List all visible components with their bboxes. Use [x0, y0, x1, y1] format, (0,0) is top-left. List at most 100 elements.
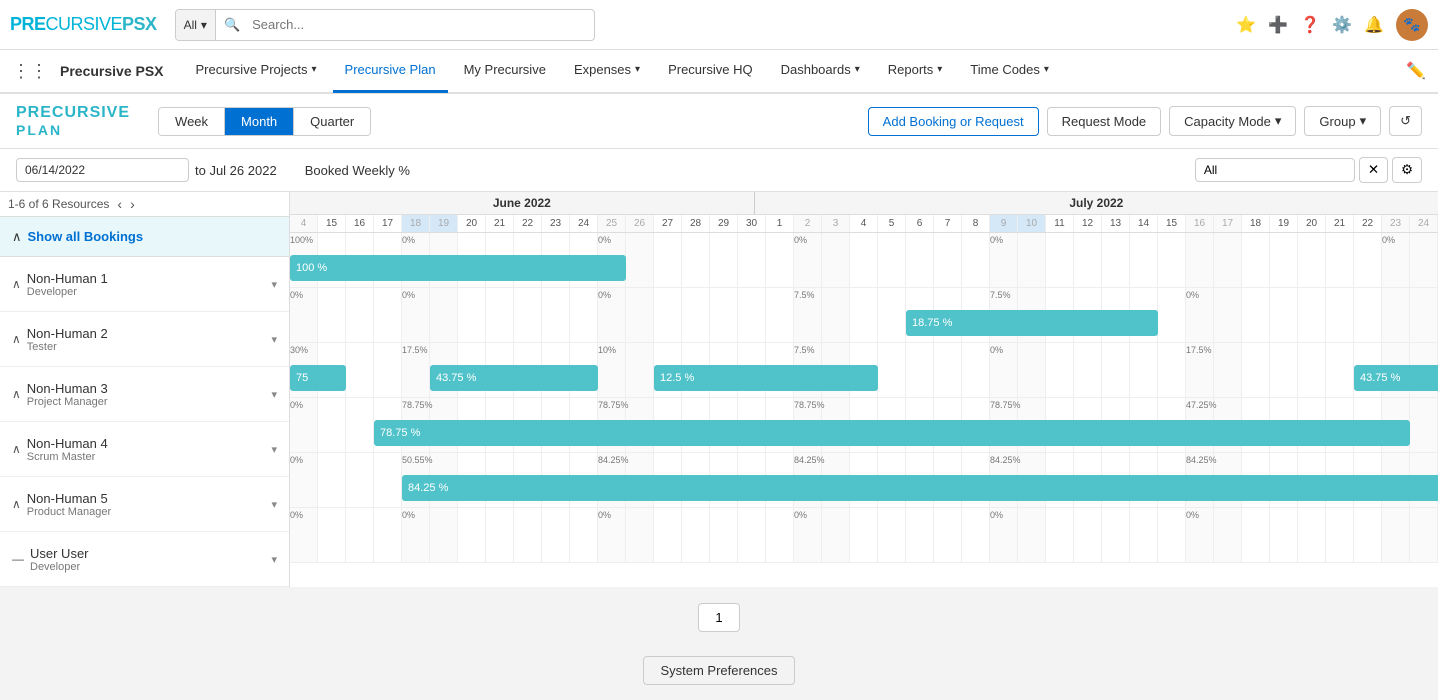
resource-row-2[interactable]: ∧ Non-Human 3 Project Manager ▾ — [0, 367, 289, 422]
resource-panel: 1-6 of 6 Resources ‹ › ∧ Show all Bookin… — [0, 192, 290, 587]
logo-text: PRECURSIVE — [10, 14, 122, 34]
resource-action-5[interactable]: ▾ — [271, 553, 277, 566]
show-all-label: Show all Bookings — [28, 229, 144, 244]
nav-item-time-codes[interactable]: Time Codes ▾ — [958, 49, 1061, 93]
date-to-label: to Jul 26 2022 — [195, 163, 277, 178]
help-icon[interactable]: ❓ — [1300, 15, 1320, 35]
notifications-icon[interactable]: 🔔 — [1364, 15, 1384, 35]
plan-logo-text: PRECURSIVE — [16, 104, 130, 122]
nav-label-my: My Precursive — [464, 62, 546, 77]
expand-icon-4: ∧ — [12, 497, 21, 511]
chevron-down-icon-reports: ▾ — [937, 64, 942, 75]
nav-item-precursive-projects[interactable]: Precursive Projects ▾ — [184, 49, 329, 93]
resource-row-4[interactable]: ∧ Non-Human 5 Product Manager ▾ — [0, 477, 289, 532]
filter-input[interactable] — [1195, 158, 1355, 182]
settings-icon[interactable]: ⚙️ — [1332, 15, 1352, 35]
booking-bar-2[interactable]: 75 — [290, 365, 346, 391]
system-prefs-button[interactable]: System Preferences — [643, 656, 794, 685]
star-rating-icon[interactable]: ⭐ — [1236, 15, 1256, 35]
app-logo: PRECURSIVEPSX — [10, 14, 157, 35]
pagination-label: 1-6 of 6 Resources — [8, 197, 109, 211]
resource-name-4: Non-Human 5 — [27, 491, 272, 506]
app-nav: ⋮⋮ Precursive PSX Precursive Projects ▾ … — [0, 50, 1438, 94]
resource-action-1[interactable]: ▾ — [271, 333, 277, 346]
resource-role-5: Developer — [30, 561, 271, 573]
main-content: PRECURSIVE PLAN Week Month Quarter Add B… — [0, 94, 1438, 648]
prev-page-button[interactable]: ‹ — [117, 196, 122, 212]
plan-logo: PRECURSIVE PLAN — [16, 104, 130, 138]
refresh-button[interactable]: ↺ — [1389, 106, 1422, 136]
resource-row-5[interactable]: — User User Developer ▾ — [0, 532, 289, 587]
booking-bar-2[interactable]: 12.5 % — [654, 365, 878, 391]
calendar-grid: June 2022July 20224151617181920212223242… — [290, 192, 1438, 587]
nav-edit-icon[interactable]: ✏️ — [1406, 61, 1426, 81]
scope-caret: ▾ — [201, 18, 207, 32]
booking-bar-0[interactable]: 100 % — [290, 255, 626, 281]
booking-bar-2[interactable]: 43.75 % — [430, 365, 598, 391]
nav-item-precursive-plan[interactable]: Precursive Plan — [333, 49, 448, 93]
view-toggle: Week Month Quarter — [158, 107, 371, 136]
nav-label-reports: Reports — [888, 62, 934, 77]
top-bar-right: ⭐ ➕ ❓ ⚙️ 🔔 🐾 — [1236, 9, 1428, 41]
expand-icon-5: — — [12, 552, 24, 566]
request-mode-button[interactable]: Request Mode — [1047, 107, 1162, 136]
chevron-down-icon-capacity: ▾ — [1275, 113, 1282, 129]
quarter-view-button[interactable]: Quarter — [294, 108, 370, 135]
show-all-bookings-header[interactable]: ∧ Show all Bookings — [0, 217, 289, 257]
capacity-mode-button[interactable]: Capacity Mode ▾ — [1169, 106, 1296, 136]
expand-icon-1: ∧ — [12, 332, 21, 346]
resource-name-0: Non-Human 1 — [27, 271, 272, 286]
app-grid-icon[interactable]: ⋮⋮ — [12, 61, 48, 82]
resource-action-0[interactable]: ▾ — [271, 278, 277, 291]
toolbar: to Jul 26 2022 Booked Weekly % ✕ ⚙ — [0, 149, 1438, 192]
chevron-down-icon: ▾ — [312, 64, 317, 75]
booking-bar-4[interactable]: 84.25 % — [402, 475, 1438, 501]
add-icon[interactable]: ➕ — [1268, 15, 1288, 35]
clear-filter-button[interactable]: ✕ — [1359, 157, 1388, 183]
search-input[interactable] — [248, 17, 593, 32]
date-range: to Jul 26 2022 — [16, 158, 277, 182]
resource-action-2[interactable]: ▾ — [271, 388, 277, 401]
resource-action-3[interactable]: ▾ — [271, 443, 277, 456]
resource-row-0[interactable]: ∧ Non-Human 1 Developer ▾ — [0, 257, 289, 312]
resource-info-1: Non-Human 2 Tester — [27, 326, 272, 353]
nav-label-time-codes: Time Codes — [970, 62, 1040, 77]
resource-info-3: Non-Human 4 Scrum Master — [27, 436, 272, 463]
plan-header: PRECURSIVE PLAN Week Month Quarter Add B… — [0, 94, 1438, 149]
resource-name-3: Non-Human 4 — [27, 436, 272, 451]
resource-name-5: User User — [30, 546, 271, 561]
month-view-button[interactable]: Month — [225, 108, 294, 135]
avatar[interactable]: 🐾 — [1396, 9, 1428, 41]
nav-label-projects: Precursive Projects — [196, 62, 308, 77]
nav-label-expenses: Expenses — [574, 62, 631, 77]
resource-role-0: Developer — [27, 286, 272, 298]
date-from-input[interactable] — [16, 158, 189, 182]
resource-action-4[interactable]: ▾ — [271, 498, 277, 511]
filter-area: ✕ ⚙ — [1195, 157, 1422, 183]
week-view-button[interactable]: Week — [159, 108, 225, 135]
resource-info-0: Non-Human 1 Developer — [27, 271, 272, 298]
resource-name-2: Non-Human 3 — [27, 381, 272, 396]
resource-row-3[interactable]: ∧ Non-Human 4 Scrum Master ▾ — [0, 422, 289, 477]
cal-row-5: 0%0%0%0%0%0%0% — [290, 508, 1438, 563]
booking-bar-2[interactable]: 43.75 % — [1354, 365, 1438, 391]
nav-item-expenses[interactable]: Expenses ▾ — [562, 49, 652, 93]
nav-label-hq: Precursive HQ — [668, 62, 753, 77]
booking-bar-3[interactable]: 78.75 % — [374, 420, 1410, 446]
add-booking-button[interactable]: Add Booking or Request — [868, 107, 1039, 136]
next-page-button[interactable]: › — [130, 196, 135, 212]
resource-row-1[interactable]: ∧ Non-Human 2 Tester ▾ — [0, 312, 289, 367]
nav-item-dashboards[interactable]: Dashboards ▾ — [769, 49, 872, 93]
expand-icon: ∧ — [12, 229, 22, 245]
resource-info-4: Non-Human 5 Product Manager — [27, 491, 272, 518]
nav-item-reports[interactable]: Reports ▾ — [876, 49, 955, 93]
booking-bar-1[interactable]: 18.75 % — [906, 310, 1158, 336]
nav-item-my-precursive[interactable]: My Precursive — [452, 49, 558, 93]
nav-item-hq[interactable]: Precursive HQ — [656, 49, 765, 93]
filter-button[interactable]: ⚙ — [1392, 157, 1422, 183]
group-button[interactable]: Group ▾ — [1304, 106, 1381, 136]
resource-role-1: Tester — [27, 341, 272, 353]
resource-role-3: Scrum Master — [27, 451, 272, 463]
search-scope[interactable]: All ▾ — [176, 10, 216, 40]
page-1-button[interactable]: 1 — [698, 603, 739, 632]
